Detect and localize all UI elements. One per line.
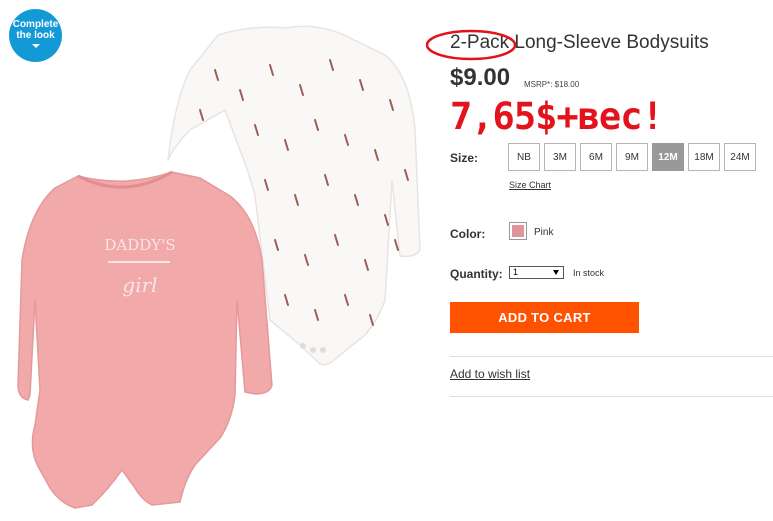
divider — [450, 356, 773, 357]
size-option-24m[interactable]: 24M — [724, 143, 756, 171]
size-option-12m[interactable]: 12M — [652, 143, 684, 171]
quantity-select[interactable]: 1 — [509, 266, 564, 279]
quantity-value: 1 — [513, 267, 519, 277]
add-to-cart-button[interactable]: ADD TO CART — [450, 302, 639, 333]
stock-status: In stock — [573, 268, 605, 278]
size-option-9m[interactable]: 9M — [616, 143, 648, 171]
msrp: MSRP*: $18.00 — [524, 80, 580, 89]
bodysuit-print-line1: DADDY'S — [104, 236, 175, 254]
size-option-nb[interactable]: NB — [508, 143, 540, 171]
product-image: DADDY'S girl — [17, 25, 421, 509]
size-option-3m[interactable]: 3M — [544, 143, 576, 171]
quantity-label: Quantity: — [450, 267, 503, 281]
size-option-18m[interactable]: 18M — [688, 143, 720, 171]
color-swatch[interactable] — [509, 222, 527, 240]
annotation-circle — [425, 29, 517, 61]
pink-bodysuit: DADDY'S girl — [17, 170, 273, 509]
chevron-down-icon — [31, 44, 40, 48]
bodysuit-print-line2: girl — [122, 273, 157, 297]
divider — [450, 396, 773, 397]
size-label: Size: — [450, 151, 479, 165]
color-label: Color: — [450, 227, 486, 241]
badge-line1: Complete — [12, 19, 59, 30]
product-price: $9.00 — [450, 64, 511, 91]
color-value: Pink — [534, 227, 554, 238]
size-chart-link[interactable]: Size Chart — [509, 180, 551, 190]
size-option-6m[interactable]: 6M — [580, 143, 612, 171]
badge-line2: the look — [16, 30, 55, 41]
complete-the-look-badge[interactable]: Complete the look — [9, 9, 62, 62]
swatch-fill — [512, 225, 524, 237]
promo-annotation: 7,65$+вес! — [450, 95, 664, 138]
add-to-wish-list-link[interactable]: Add to wish list — [450, 367, 530, 381]
dropdown-arrow-icon — [553, 270, 559, 275]
size-options: NB 3M 6M 9M 12M 18M 24M — [508, 143, 756, 171]
